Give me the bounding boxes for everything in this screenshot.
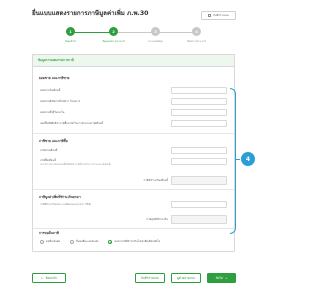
preview-label: ดูตัวอย่างแบบ <box>176 275 196 280</box>
radio-selected-icon <box>108 240 113 244</box>
carry-forward-input[interactable] <box>171 201 227 208</box>
vat-section-title: ภาษีขาย และภาษีซื้อ <box>39 139 68 143</box>
vat-total-label: ภาษีที่ชำระเกินเดือนนี้ <box>143 179 169 182</box>
next-label: ถัดไป <box>215 275 223 280</box>
step-1: 1 <box>66 27 75 36</box>
back-button[interactable]: ← ย้อนกลับ <box>32 273 66 283</box>
preview-button[interactable]: ดูตัวอย่างแบบ <box>171 273 201 283</box>
vat-total-row: ภาษีที่ชำระเกินเดือนนี้ <box>100 179 169 185</box>
radio-icon <box>70 240 75 244</box>
input-tax-input[interactable] <box>171 158 227 165</box>
eligible-purchase-input[interactable] <box>171 120 227 127</box>
save-draft-button[interactable]: บันทึกร่างแบบ <box>201 11 236 20</box>
step-3: 3 <box>151 27 160 36</box>
radio-label: ยื่นขอคืนแบบเงินสด <box>76 240 99 243</box>
carry-sub: ภาษีที่ชำระเกินยกมาจากเดือนก่อน (มาตรา 7… <box>40 203 92 206</box>
progress-stepper: 1 2 3 4 ข้อมูลทั่วไป ข้อมูลแสดงรายการภาษ… <box>65 27 206 49</box>
section-divider <box>33 133 234 134</box>
sales-month-input[interactable] <box>171 87 227 94</box>
save-draft-label: บันทึกร่างแบบ <box>213 13 229 17</box>
back-label: ย้อนกลับ <box>45 275 57 280</box>
save-label: บันทึกร่างแบบ <box>140 275 160 280</box>
vat-row-sub: (ตามใบกำกับภาษีของยอดซื้อที่มีสิทธินำภาษ… <box>40 164 111 166</box>
carry-total-value <box>171 215 227 224</box>
carry-total-row: ภาษีสุทธิที่ชำระเกิน <box>100 218 168 224</box>
vat-total-value <box>171 176 227 185</box>
step-4: 4 <box>192 27 201 36</box>
radio-icon <box>40 240 44 244</box>
annotation-badge: 4 <box>241 152 255 166</box>
step-3-label: ตรวจสอบข้อมูล <box>148 40 163 43</box>
save-draft-footer-button[interactable]: บันทึกร่างแบบ <box>135 273 165 283</box>
arrow-right-icon: → <box>224 276 228 280</box>
step-2-label: ข้อมูลแสดงรายการภาษี <box>102 40 125 43</box>
step-4-label: ยืนยันการชำระภาษี <box>187 40 206 43</box>
refund-option-cash-file[interactable]: ยื่นขอคืนแบบเงินสด <box>70 240 98 244</box>
sales-row-label: ยอดซื้อที่มีสิทธินำภาษีซื้อมาหักในการคำน… <box>40 122 104 125</box>
section-divider <box>33 189 234 190</box>
sales-row-label: ยอดขายที่เสียภาษีในอัตรา ร้อยละ 0 <box>40 100 80 103</box>
refund-option-credit[interactable]: ขอนำภาษีที่ชำระเกินไปเครดิตเดือนถัดไป <box>108 240 160 244</box>
sales-section-title: ยอดขาย และภาษีขาย <box>39 76 70 80</box>
refund-option-cash[interactable]: ขอคืนเงินสด <box>40 240 60 244</box>
save-icon <box>208 14 212 17</box>
annotation-bracket <box>230 88 236 234</box>
vat-row-label: ภาษีขายเดือนนี้ <box>40 149 58 152</box>
sales-row-label: ยอดขายที่ได้รับยกเว้น <box>40 111 65 114</box>
annotation-bracket-tick <box>236 159 240 161</box>
card-header: ข้อมูลการแสดงรายการภาษี <box>33 55 234 67</box>
radio-label: ขอนำภาษีที่ชำระเกินไปเครดิตเดือนถัดไป <box>114 240 161 243</box>
sales-row-label: ยอดขายในเดือนนี้ <box>40 89 61 92</box>
section-divider <box>33 228 234 229</box>
step-2: 2 <box>109 27 118 36</box>
next-button[interactable]: ถัดไป → <box>207 273 236 283</box>
zero-rate-sales-input[interactable] <box>171 98 227 105</box>
carry-section-title: ภาษีมูลค่าเพิ่มที่ชำระเกินยกมา <box>39 195 81 199</box>
exempt-sales-input[interactable] <box>171 109 227 116</box>
refund-options: ขอคืนเงินสด ยื่นขอคืนแบบเงินสด ขอนำภาษีท… <box>40 240 160 244</box>
carry-total-label: ภาษีสุทธิที่ชำระเกิน <box>146 218 168 221</box>
step-1-label: ข้อมูลทั่วไป <box>65 40 76 43</box>
output-tax-input[interactable] <box>171 147 227 154</box>
arrow-left-icon: ← <box>41 276 44 280</box>
radio-label: ขอคืนเงินสด <box>46 240 61 243</box>
step-connector <box>70 31 113 33</box>
refund-section-title: การขอคืนภาษี <box>39 231 59 235</box>
page-title: ยื่นแบบแสดงรายการภาษีมูลค่าเพิ่ม ภ.พ.30 <box>32 10 149 17</box>
